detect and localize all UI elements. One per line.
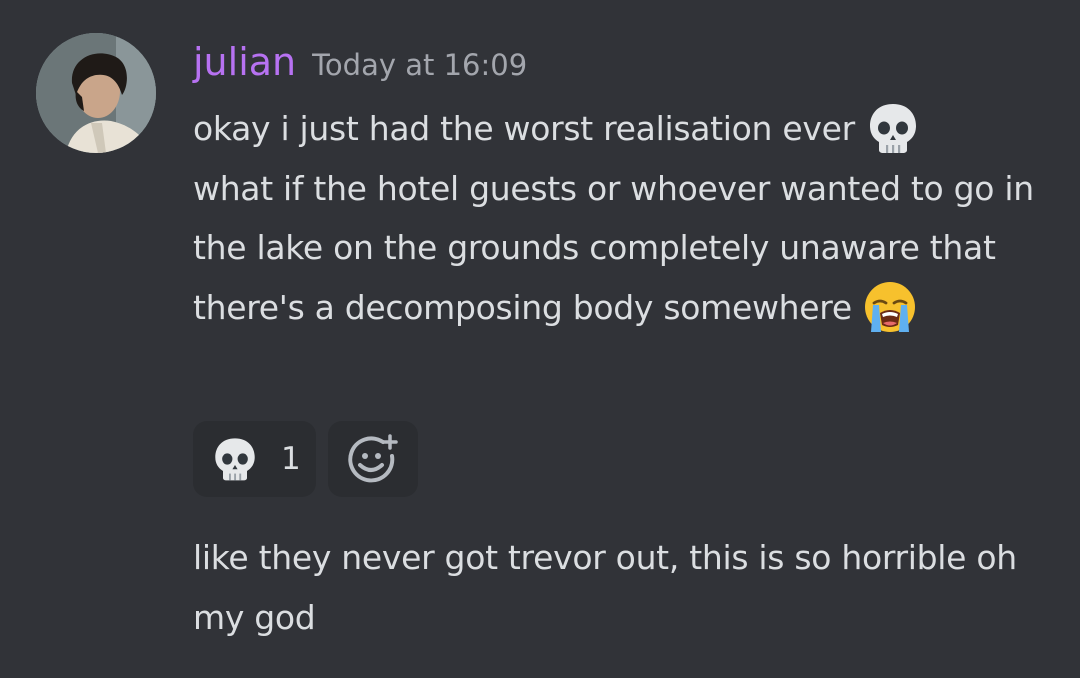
avatar-image [36, 33, 156, 153]
reaction-count: 1 [281, 441, 301, 477]
loudly-crying-face-icon [862, 279, 918, 335]
message-content-followup: like they never got trevor out, this is … [193, 528, 1063, 647]
followup-message-text: like they never got trevor out, this is … [193, 538, 1017, 637]
reaction-skull[interactable]: 1 [193, 421, 316, 497]
timestamp: Today at 16:09 [312, 48, 528, 82]
avatar[interactable] [36, 33, 156, 153]
message-header: julian Today at 16:09 [193, 40, 527, 96]
skull-icon [865, 100, 921, 156]
add-reaction-icon [348, 434, 398, 483]
reactions-bar: 1 [193, 421, 418, 497]
message-text-line-1: okay i just had the worst realisation ev… [193, 109, 855, 148]
message-content: okay i just had the worst realisation ev… [193, 99, 1053, 337]
add-reaction-button[interactable] [328, 421, 418, 497]
username[interactable]: julian [193, 40, 296, 84]
skull-icon [215, 438, 255, 481]
